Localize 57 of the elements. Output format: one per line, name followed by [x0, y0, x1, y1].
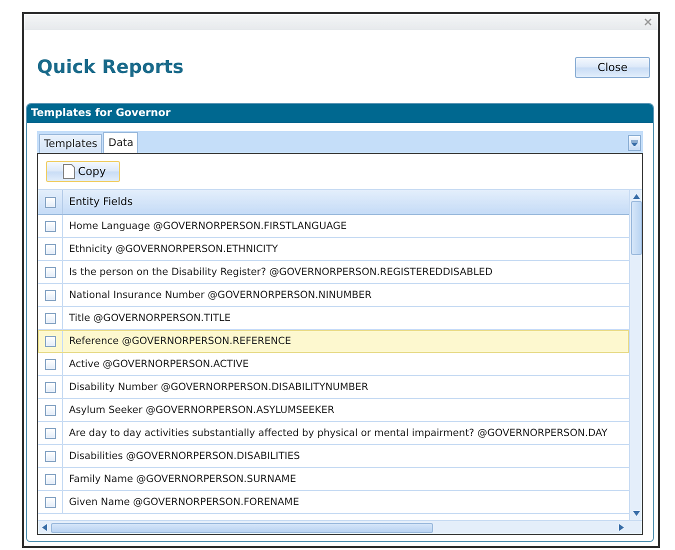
tab[interactable]: Templates — [39, 134, 102, 153]
panel-title: Templates for Governor — [27, 104, 653, 123]
grid-row[interactable]: Given Name @GOVERNORPERSON.FORENAME — [38, 491, 629, 514]
entity-field-label: Title @GOVERNORPERSON.TITLE — [69, 312, 231, 324]
scroll-down-icon[interactable] — [632, 511, 640, 516]
grid-row[interactable]: Ethnicity @GOVERNORPERSON.ETHNICITY — [38, 238, 629, 261]
grid-row[interactable]: Is the person on the Disability Register? @GOVERNORPERSON.REGISTEREDDISABLED — [38, 261, 629, 284]
tab[interactable]: Data — [103, 132, 138, 153]
close-icon[interactable] — [644, 18, 652, 26]
entity-field-label: National Insurance Number @GOVERNORPERSON.NINUMBER — [69, 290, 372, 300]
grid-row[interactable]: Disability Number @GOVERNORPERSON.DISABILITYNUMBER — [38, 376, 629, 399]
scroll-left-icon[interactable] — [42, 524, 47, 531]
close-button[interactable]: Close — [575, 56, 650, 78]
entity-field-label: Given Name @GOVERNORPERSON.FORENAME — [69, 496, 300, 508]
checkbox[interactable] — [44, 266, 56, 278]
grid-row[interactable]: Reference @GOVERNORPERSON.REFERENCE — [38, 330, 629, 353]
entity-field-label: Ethnicity @GOVERNORPERSON.ETHNICITY — [69, 244, 278, 254]
entity-field-label: Are day to day activities substantially affected by physical or mental impairment? @GOVERNORPERSON.DAY — [69, 428, 608, 438]
dialog-title: Quick Reports — [37, 56, 184, 78]
entity-field-label: Disability Number @GOVERNORPERSON.DISABILITYNUMBER — [69, 382, 368, 392]
entity-field-label: Is the person on the Disability Register? @GOVERNORPERSON.REGISTEREDDISABLED — [69, 266, 493, 278]
grid-row[interactable]: Active @GOVERNORPERSON.ACTIVE — [38, 353, 629, 376]
grid-row[interactable]: Are day to day activities substantially affected by physical or mental impairment? @GOVERNORPERSON.DAY — [38, 422, 629, 445]
checkbox[interactable] — [44, 290, 56, 300]
scroll-right-icon[interactable] — [619, 524, 624, 531]
grid-row[interactable]: Disabilities @GOVERNORPERSON.DISABILITIES — [38, 445, 629, 468]
entity-field-label: Home Language @GOVERNORPERSON.FIRSTLANGUAGE — [69, 220, 347, 232]
document-icon — [63, 164, 75, 179]
checkbox[interactable] — [44, 496, 56, 508]
scroll-thumb[interactable] — [630, 201, 642, 255]
entity-field-label: Family Name @GOVERNORPERSON.SURNAME — [69, 474, 296, 484]
grid-row[interactable]: National Insurance Number @GOVERNORPERSON.NINUMBER — [38, 284, 629, 307]
dropdown-icon[interactable] — [628, 135, 641, 151]
column-header: Entity Fields — [69, 196, 133, 208]
scroll-up-icon[interactable] — [632, 194, 640, 199]
grid-row[interactable]: Home Language @GOVERNORPERSON.FIRSTLANGUAGE — [38, 215, 629, 238]
checkbox[interactable] — [44, 336, 56, 346]
vertical-scrollbar[interactable] — [629, 190, 642, 520]
entity-field-label: Active @GOVERNORPERSON.ACTIVE — [69, 358, 249, 370]
checkbox[interactable] — [44, 312, 56, 324]
entity-field-label: Reference @GOVERNORPERSON.REFERENCE — [69, 336, 292, 346]
checkbox[interactable] — [44, 428, 56, 438]
entity-field-label: Asylum Seeker @GOVERNORPERSON.ASYLUMSEEKER — [69, 404, 334, 416]
checkbox[interactable] — [44, 220, 56, 232]
copy-button[interactable]: Copy — [46, 161, 120, 182]
checkbox[interactable] — [44, 196, 56, 208]
checkbox[interactable] — [44, 450, 56, 462]
grid-row[interactable]: Asylum Seeker @GOVERNORPERSON.ASYLUMSEEKER — [38, 399, 629, 422]
checkbox[interactable] — [44, 404, 56, 416]
checkbox[interactable] — [44, 244, 56, 254]
horizontal-scrollbar[interactable] — [38, 520, 642, 534]
checkbox[interactable] — [44, 358, 56, 370]
scroll-thumb[interactable] — [51, 522, 433, 532]
checkbox[interactable] — [44, 474, 56, 484]
checkbox[interactable] — [44, 382, 56, 392]
grid-row[interactable]: Family Name @GOVERNORPERSON.SURNAME — [38, 468, 629, 491]
entity-field-label: Disabilities @GOVERNORPERSON.DISABILITIES — [69, 450, 300, 462]
